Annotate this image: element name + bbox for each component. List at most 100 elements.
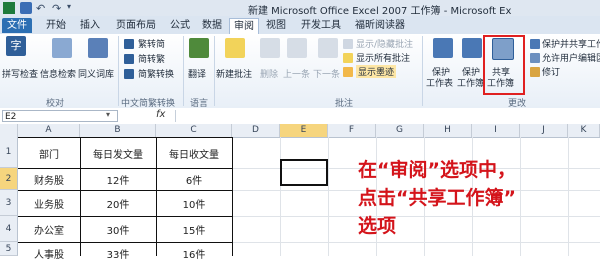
table-cell[interactable]: 办公室 bbox=[18, 222, 80, 237]
table-cell[interactable]: 10件 bbox=[156, 196, 232, 211]
row-header[interactable]: 3 bbox=[0, 190, 18, 216]
table-cell[interactable]: 16件 bbox=[156, 246, 232, 261]
share-workbook-highlight bbox=[483, 35, 525, 95]
column-header[interactable]: F bbox=[328, 124, 376, 137]
active-cell[interactable] bbox=[280, 159, 328, 186]
show-all-comments-button[interactable]: 显示所有批注 bbox=[356, 51, 410, 64]
delete-comment-icon bbox=[260, 38, 280, 58]
ribbon-separator bbox=[183, 36, 184, 106]
instruction-annotation: 在“审阅”选项中， 点击“共享工作簿” 选项 bbox=[358, 156, 598, 240]
column-header[interactable]: G bbox=[376, 124, 424, 137]
name-box[interactable]: E2 bbox=[2, 110, 118, 122]
ribbon-separator bbox=[214, 36, 215, 106]
tab-data[interactable]: 数据 bbox=[198, 18, 226, 33]
table-border bbox=[18, 242, 232, 243]
translate-button[interactable]: 翻译 bbox=[188, 67, 206, 80]
table-border bbox=[18, 137, 232, 138]
column-header[interactable]: K bbox=[568, 124, 600, 137]
protect-sheet-button-line2[interactable]: 工作表 bbox=[426, 76, 453, 89]
previous-comment-button[interactable]: 上一条 bbox=[283, 67, 310, 80]
tab-view[interactable]: 视图 bbox=[262, 18, 290, 33]
tab-file[interactable]: 文件 bbox=[2, 18, 32, 33]
column-header[interactable]: I bbox=[472, 124, 520, 137]
traditional-to-simplified-button[interactable]: 繁转简 bbox=[138, 37, 165, 50]
title-bar: ↶ ↷ ▾ 新建 Microsoft Office Excel 2007 工作簿… bbox=[0, 0, 600, 17]
show-hide-comment-button[interactable]: 显示/隐藏批注 bbox=[356, 37, 413, 50]
formula-input[interactable] bbox=[175, 110, 599, 122]
table-border bbox=[18, 168, 232, 169]
column-header[interactable]: C bbox=[156, 124, 232, 137]
window-title: 新建 Microsoft Office Excel 2007 工作簿 - Mic… bbox=[248, 6, 512, 17]
protect-share-button[interactable]: 保护并共享工作簿 bbox=[542, 37, 600, 50]
annotation-line: 选项 bbox=[358, 215, 397, 237]
simplified-to-traditional-button[interactable]: 简转繁 bbox=[138, 52, 165, 65]
excel-logo-icon bbox=[3, 2, 15, 14]
insert-function-button[interactable]: fx bbox=[156, 109, 165, 120]
ribbon-review: 字 拼写检查 信息检索 同义词库 校对 繁转简 简转繁 简繁转换 中文简繁转换 … bbox=[0, 34, 600, 109]
tab-home[interactable]: 开始 bbox=[42, 18, 70, 33]
column-header[interactable]: D bbox=[232, 124, 280, 137]
table-cell[interactable]: 30件 bbox=[80, 222, 156, 237]
redo-icon[interactable]: ↷ bbox=[52, 2, 64, 15]
delete-comment-button[interactable]: 删除 bbox=[260, 67, 278, 80]
protect-workbook-icon bbox=[462, 38, 482, 58]
spell-check-button[interactable]: 拼写检查 bbox=[2, 67, 38, 80]
tab-page-layout[interactable]: 页面布局 bbox=[110, 18, 162, 33]
research-icon bbox=[52, 38, 72, 58]
row-header[interactable]: 2 bbox=[0, 168, 18, 190]
tab-developer[interactable]: 开发工具 bbox=[296, 18, 346, 33]
ribbon-separator bbox=[422, 36, 423, 106]
allow-edit-ranges-button[interactable]: 允许用户编辑区域 bbox=[542, 51, 600, 64]
table-cell[interactable]: 15件 bbox=[156, 222, 232, 237]
table-cell[interactable]: 12件 bbox=[80, 172, 156, 187]
next-comment-button[interactable]: 下一条 bbox=[313, 67, 340, 80]
customize-toolbar-icon[interactable]: ▾ bbox=[67, 2, 79, 14]
table-cell[interactable]: 人事股 bbox=[18, 246, 80, 261]
table-cell[interactable]: 6件 bbox=[156, 172, 232, 187]
formula-bar: E2 ▾ fx bbox=[0, 108, 600, 125]
tab-foxit-reader[interactable]: 福昕阅读器 bbox=[350, 18, 410, 33]
show-ink-icon bbox=[343, 67, 353, 77]
column-header[interactable]: H bbox=[424, 124, 472, 137]
column-header[interactable]: B bbox=[80, 124, 156, 137]
protect-workbook-button-line2[interactable]: 工作簿 bbox=[457, 76, 484, 89]
column-header[interactable]: A bbox=[18, 124, 80, 137]
show-ink-button[interactable]: 显示墨迹 bbox=[356, 65, 397, 78]
row-header[interactable]: 1 bbox=[0, 137, 18, 168]
table-cell[interactable]: 财务股 bbox=[18, 172, 80, 187]
simplified-to-traditional-icon bbox=[124, 54, 134, 64]
name-box-dropdown-icon[interactable]: ▾ bbox=[106, 110, 110, 119]
chinese-conversion-button[interactable]: 简繁转换 bbox=[138, 67, 174, 80]
table-cell[interactable]: 33件 bbox=[80, 246, 156, 261]
research-button[interactable]: 信息检索 bbox=[40, 67, 76, 80]
column-header[interactable]: E bbox=[280, 124, 328, 137]
track-changes-button[interactable]: 修订 bbox=[542, 65, 560, 78]
table-header-cell[interactable]: 每日收文量 bbox=[156, 146, 232, 161]
show-all-comments-icon bbox=[343, 53, 353, 63]
table-border bbox=[232, 137, 233, 256]
row-header[interactable]: 4 bbox=[0, 216, 18, 242]
undo-icon[interactable]: ↶ bbox=[36, 2, 48, 15]
column-header[interactable]: J bbox=[520, 124, 568, 137]
chinese-conversion-icon bbox=[124, 69, 134, 79]
table-cell[interactable]: 20件 bbox=[80, 196, 156, 211]
row-header[interactable]: 5 bbox=[0, 242, 18, 256]
tab-insert[interactable]: 插入 bbox=[76, 18, 104, 33]
gridline bbox=[280, 137, 281, 256]
new-comment-button[interactable]: 新建批注 bbox=[216, 67, 252, 80]
table-border bbox=[18, 190, 232, 191]
select-all-corner[interactable] bbox=[0, 124, 18, 137]
translate-icon bbox=[189, 38, 209, 58]
save-icon[interactable] bbox=[20, 2, 32, 14]
thesaurus-button[interactable]: 同义词库 bbox=[78, 67, 114, 80]
table-header-cell[interactable]: 每日发文量 bbox=[80, 146, 156, 161]
table-header-cell[interactable]: 部门 bbox=[18, 146, 80, 161]
annotation-line: 在“审阅”选项中， bbox=[358, 159, 516, 181]
tab-review[interactable]: 审阅 bbox=[229, 18, 259, 34]
show-hide-comment-icon bbox=[343, 39, 353, 49]
previous-comment-icon bbox=[287, 38, 307, 58]
table-cell[interactable]: 业务股 bbox=[18, 196, 80, 211]
protect-sheet-icon bbox=[433, 38, 453, 58]
tab-formulas[interactable]: 公式 bbox=[166, 18, 194, 33]
ribbon-separator bbox=[118, 36, 119, 106]
